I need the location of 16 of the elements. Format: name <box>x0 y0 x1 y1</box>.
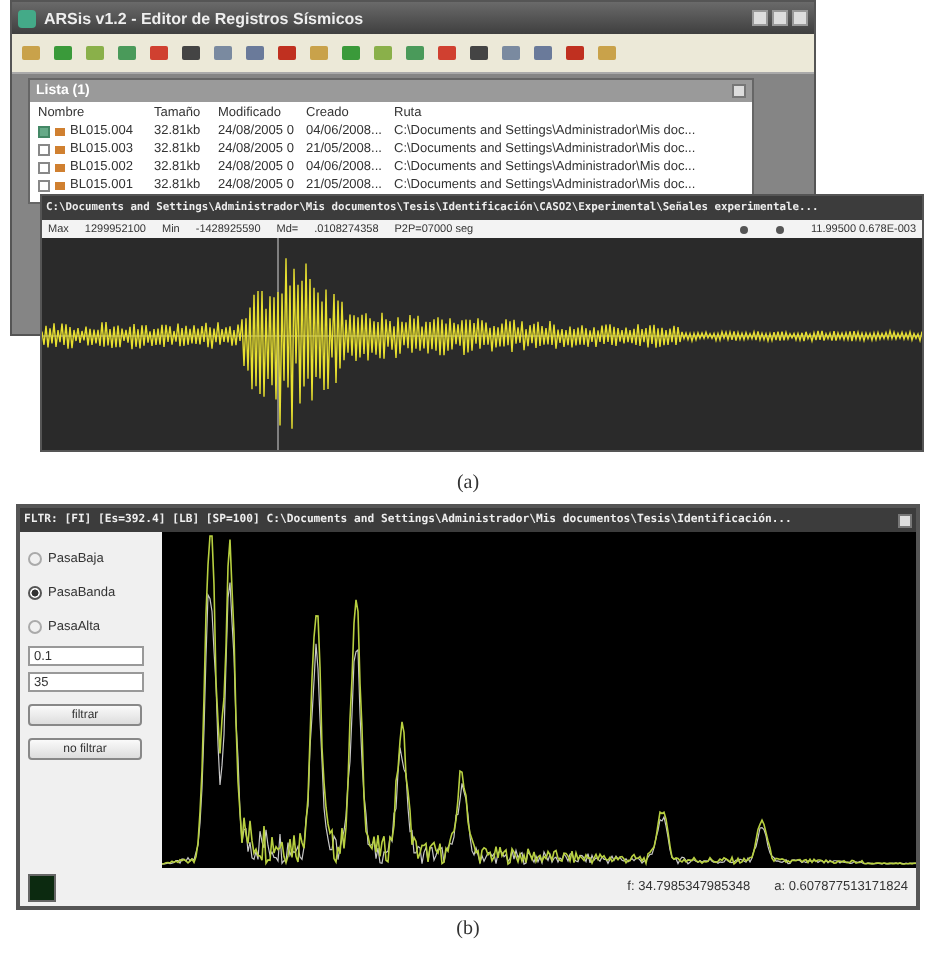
marker-icon <box>739 225 747 233</box>
checkbox[interactable] <box>38 180 50 192</box>
maximize-button[interactable] <box>772 10 788 26</box>
marker-icon <box>775 225 783 233</box>
checkbox[interactable] <box>38 126 50 138</box>
checkbox[interactable] <box>38 162 50 174</box>
checkbox[interactable] <box>38 144 50 156</box>
app-icon <box>18 9 36 27</box>
figure-caption: (b) <box>454 916 482 944</box>
radio-icon[interactable] <box>28 551 42 565</box>
minimize-button[interactable] <box>752 10 768 26</box>
radio-icon[interactable] <box>28 585 42 599</box>
window-title: ARSis v1.2 - Editor de Registros Sísmicos <box>44 9 366 27</box>
radio-icon[interactable] <box>28 619 42 633</box>
figure-caption: (a) <box>454 470 482 498</box>
close-button[interactable] <box>898 513 912 527</box>
